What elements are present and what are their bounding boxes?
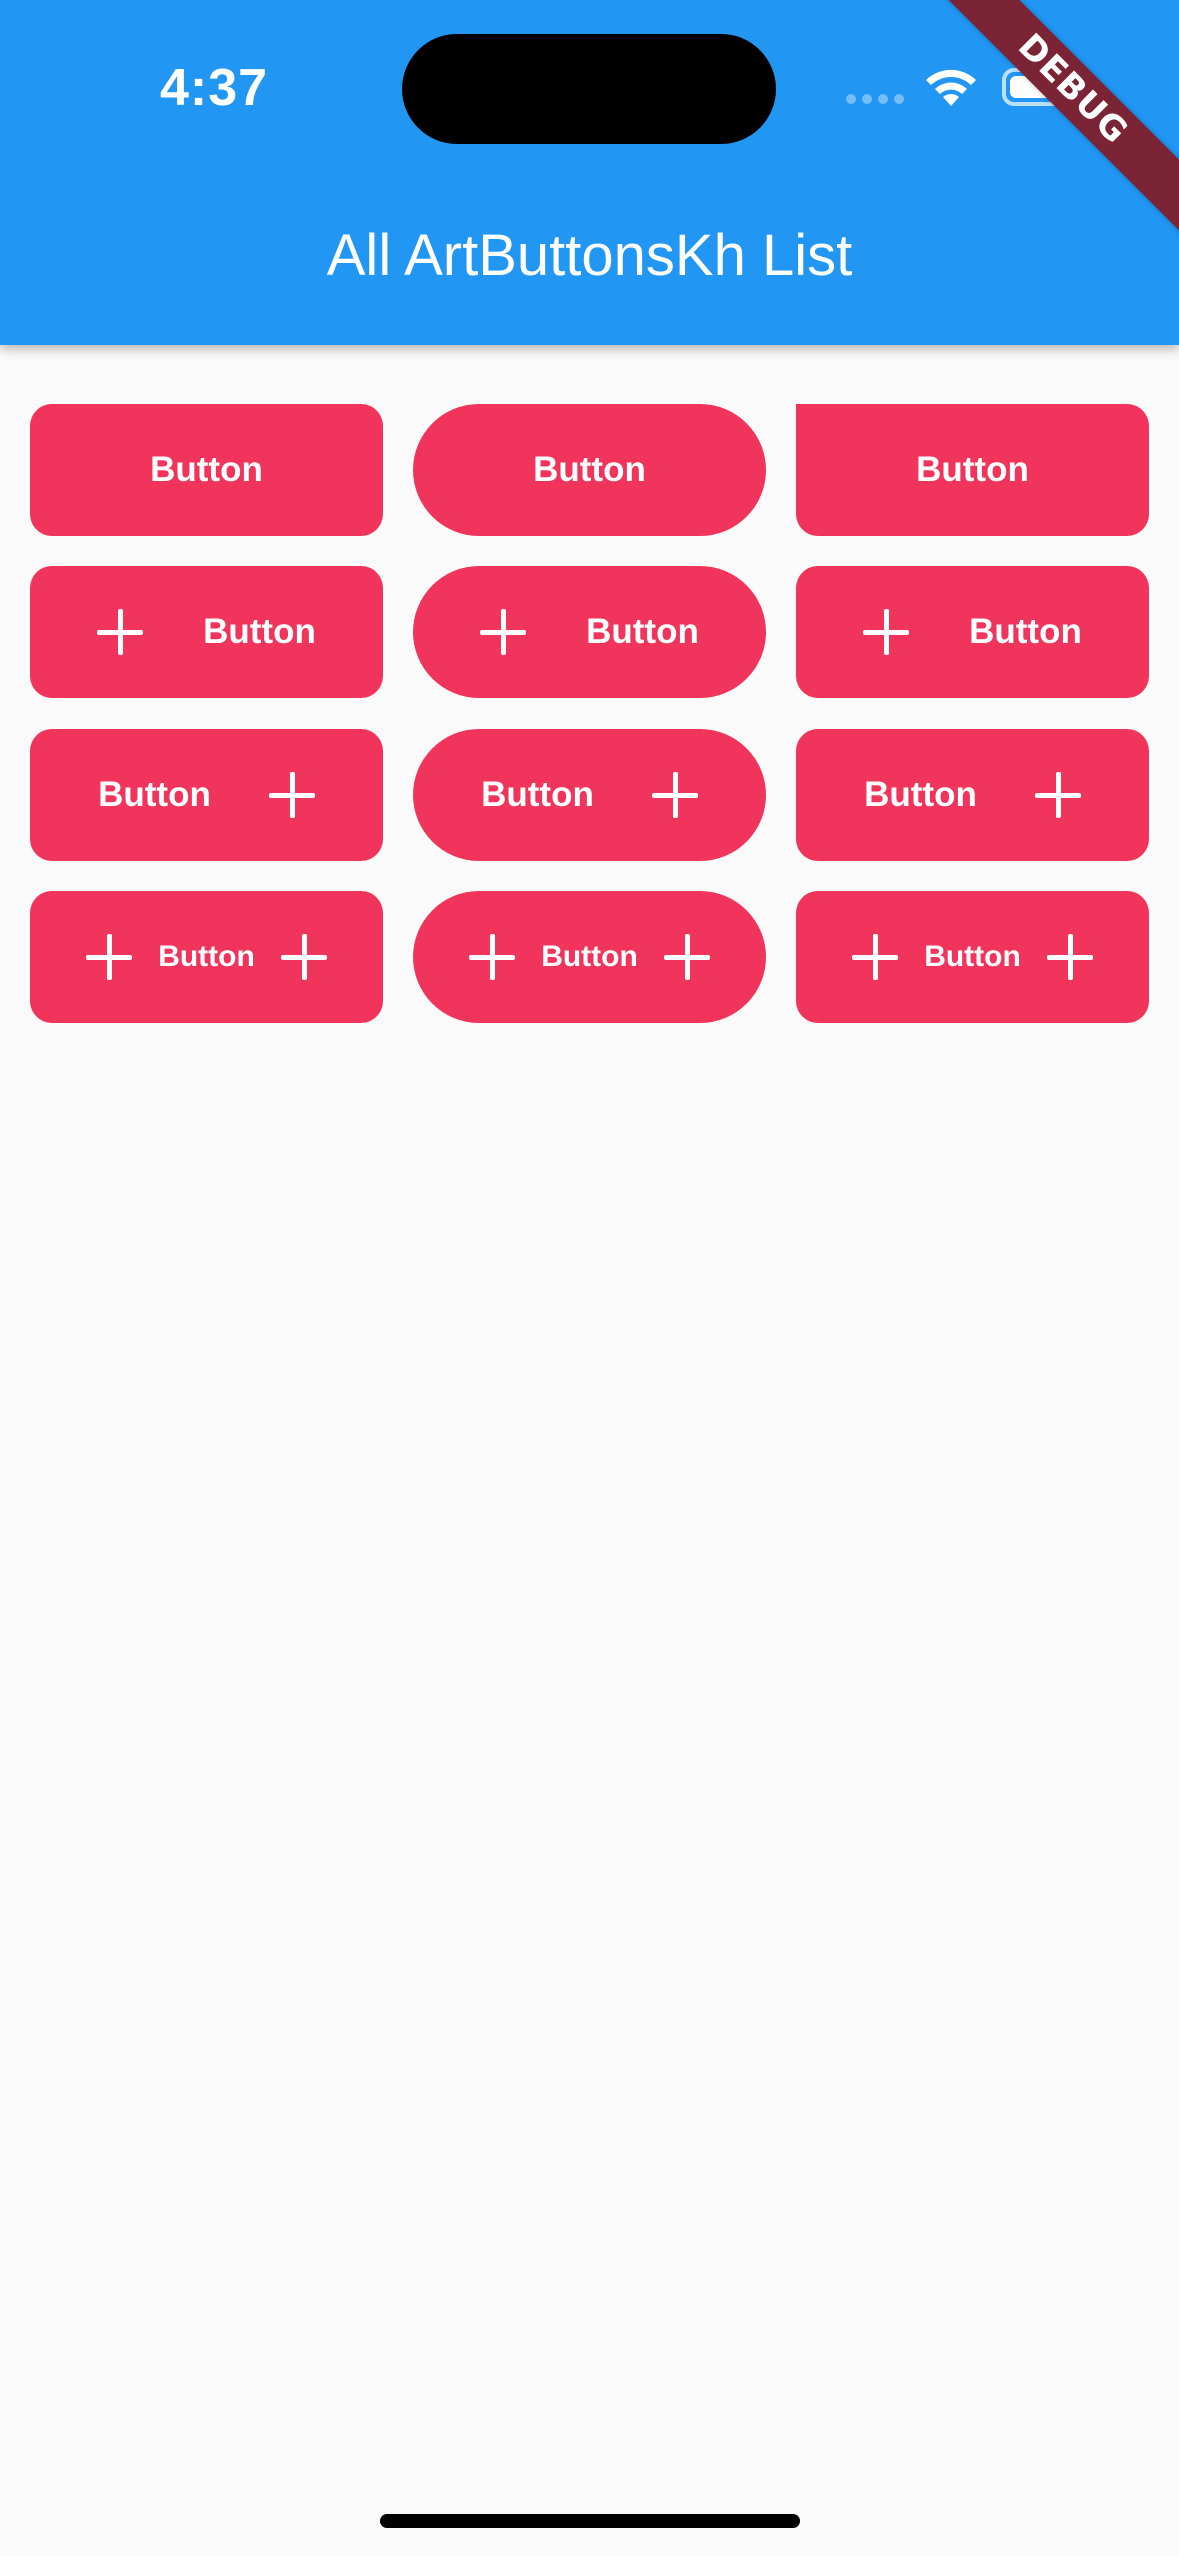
button-label: Button <box>969 612 1082 651</box>
plus-icon <box>280 934 327 980</box>
button-label: Button <box>203 612 316 651</box>
button-rounded-leading-icon[interactable]: Button <box>30 566 383 698</box>
plus-icon <box>469 934 516 980</box>
cellular-dots-icon <box>846 94 906 106</box>
plus-icon <box>1034 772 1081 818</box>
plus-icon <box>97 609 144 655</box>
button-label: Button <box>481 775 594 814</box>
button-label: Button <box>916 450 1029 489</box>
button-pill-trailing-icon[interactable]: Button <box>413 729 766 861</box>
button-pill[interactable]: Button <box>413 404 766 536</box>
page-title: All ArtButtonsKh List <box>326 223 853 288</box>
button-label: Button <box>150 450 263 489</box>
button-label: Button <box>158 940 255 973</box>
button-partial-both-icons[interactable]: Button <box>796 891 1149 1023</box>
button-label: Button <box>98 775 211 814</box>
button-label: Button <box>924 940 1021 973</box>
plus-icon <box>480 609 527 655</box>
screen: 4:37 All ArtButtonsKh List DEBUG Button … <box>0 0 1179 2556</box>
button-rounded[interactable]: Button <box>30 404 383 536</box>
plus-icon <box>651 772 698 818</box>
button-pill-both-icons[interactable]: Button <box>413 891 766 1023</box>
plus-icon <box>852 934 899 980</box>
wifi-icon <box>926 69 976 106</box>
button-partial-rounded[interactable]: Button <box>796 404 1149 536</box>
button-rounded-both-icons[interactable]: Button <box>30 891 383 1023</box>
button-label: Button <box>864 775 977 814</box>
plus-icon <box>663 934 710 980</box>
button-rounded-trailing-icon[interactable]: Button <box>30 729 383 861</box>
dynamic-island <box>402 34 776 144</box>
plus-icon <box>863 609 910 655</box>
button-pill-leading-icon[interactable]: Button <box>413 566 766 698</box>
home-indicator[interactable] <box>380 2514 800 2528</box>
plus-icon <box>86 934 133 980</box>
button-label: Button <box>586 612 699 651</box>
status-time: 4:37 <box>160 59 269 117</box>
button-partial-trailing-icon[interactable]: Button <box>796 729 1149 861</box>
plus-icon <box>268 772 315 818</box>
button-label: Button <box>541 940 638 973</box>
button-label: Button <box>533 450 646 489</box>
button-partial-leading-icon[interactable]: Button <box>796 566 1149 698</box>
plus-icon <box>1046 934 1093 980</box>
